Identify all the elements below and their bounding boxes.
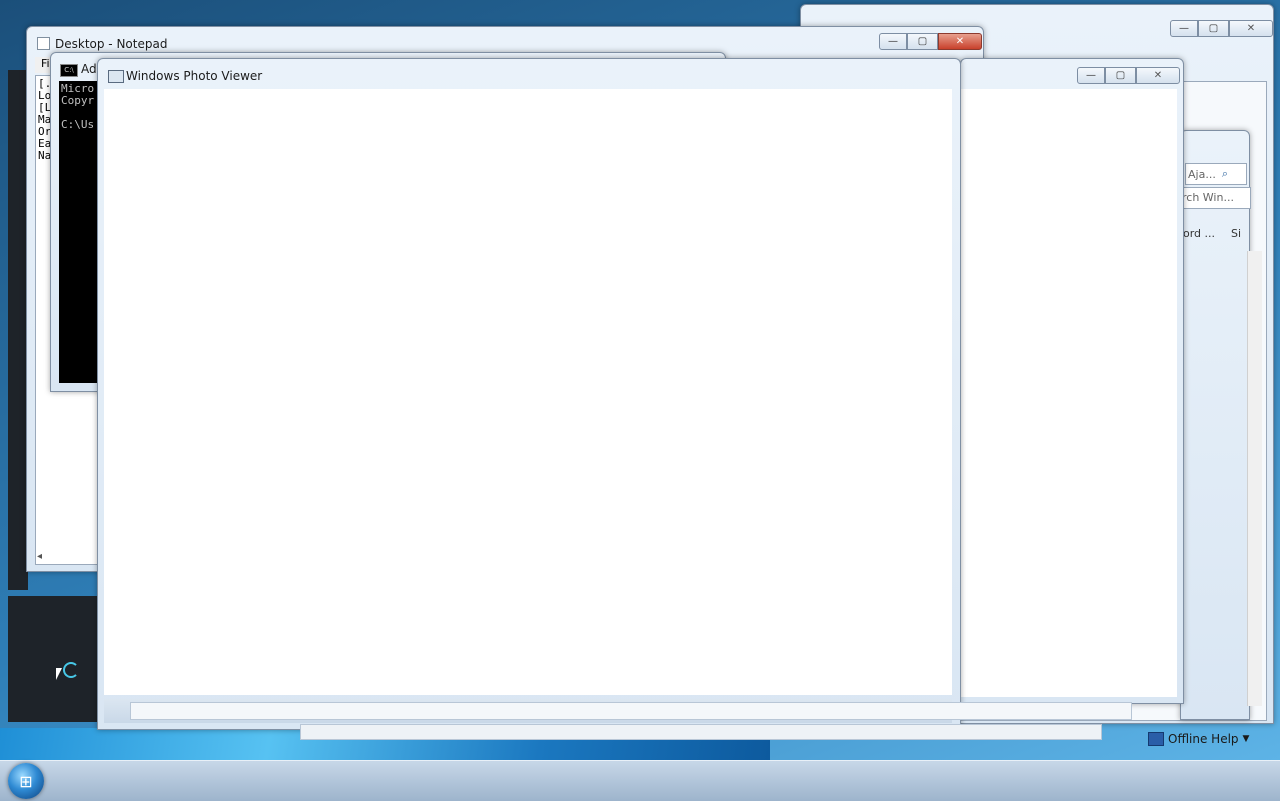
offline-help-label: Offline Help xyxy=(1168,732,1239,746)
taskbar xyxy=(0,760,1280,801)
offline-help-button[interactable]: Offline Help ▼ xyxy=(1148,732,1249,746)
dark-window-edge xyxy=(8,70,28,590)
cmd-title: Ad xyxy=(81,62,97,76)
cmd-icon: C:\ xyxy=(60,64,78,77)
search-input-text: Aja... xyxy=(1188,167,1216,181)
menu-file[interactable]: Fi xyxy=(41,57,50,70)
notepad-title: Desktop - Notepad xyxy=(55,37,168,51)
photo-viewer-image-area[interactable] xyxy=(104,89,952,695)
busy-cursor-icon xyxy=(63,662,79,678)
maximize-button[interactable]: ▢ xyxy=(1198,20,1229,37)
vertical-scrollbar[interactable] xyxy=(1247,251,1262,706)
minimize-button[interactable]: — xyxy=(1170,20,1198,37)
windows-logo-icon: ⊞ xyxy=(19,771,33,791)
secondary-window-client xyxy=(961,89,1177,697)
search-icon: ⌕ xyxy=(1221,167,1228,180)
minimize-button[interactable]: — xyxy=(879,33,907,50)
help-search-input[interactable]: rch Win... xyxy=(1181,187,1251,209)
minimize-button[interactable]: — xyxy=(1077,67,1105,84)
background-window-bottom-strip xyxy=(130,702,1132,720)
background-window-bottom-strip-2 xyxy=(300,724,1102,740)
help-search-text: rch Win... xyxy=(1182,191,1234,204)
maximize-button[interactable]: ▢ xyxy=(907,33,938,50)
photo-viewer-window[interactable]: Windows Photo Viewer xyxy=(97,58,961,730)
column-header-name[interactable]: ord ... xyxy=(1183,227,1215,240)
chevron-down-icon: ▼ xyxy=(1242,734,1250,744)
secondary-window-frame[interactable]: — ▢ ✕ xyxy=(960,58,1184,704)
column-header-size[interactable]: Si xyxy=(1231,227,1241,240)
close-button[interactable]: ✕ xyxy=(1229,20,1273,37)
start-button[interactable]: ⊞ xyxy=(8,763,44,799)
mouse-pointer-icon xyxy=(56,668,62,680)
help-icon xyxy=(1148,732,1164,746)
search-input[interactable]: Aja... ⌕ xyxy=(1185,163,1247,185)
secondary-caption-buttons: — ▢ ✕ xyxy=(1077,67,1180,84)
close-button[interactable]: ✕ xyxy=(938,33,982,50)
photo-viewer-title: Windows Photo Viewer xyxy=(126,69,263,83)
explorer-window-right[interactable]: Aja... ⌕ rch Win... ord ... Si xyxy=(1180,130,1262,720)
notepad-caption-buttons: — ▢ ✕ xyxy=(879,33,982,50)
close-button[interactable]: ✕ xyxy=(1136,67,1180,84)
maximize-button[interactable]: ▢ xyxy=(1105,67,1136,84)
scroll-left-arrow-icon[interactable]: ◂ xyxy=(37,551,42,562)
photo-viewer-app-icon xyxy=(108,70,124,83)
bg-right-caption-buttons: — ▢ ✕ xyxy=(1170,20,1273,37)
notepad-app-icon xyxy=(37,37,50,50)
